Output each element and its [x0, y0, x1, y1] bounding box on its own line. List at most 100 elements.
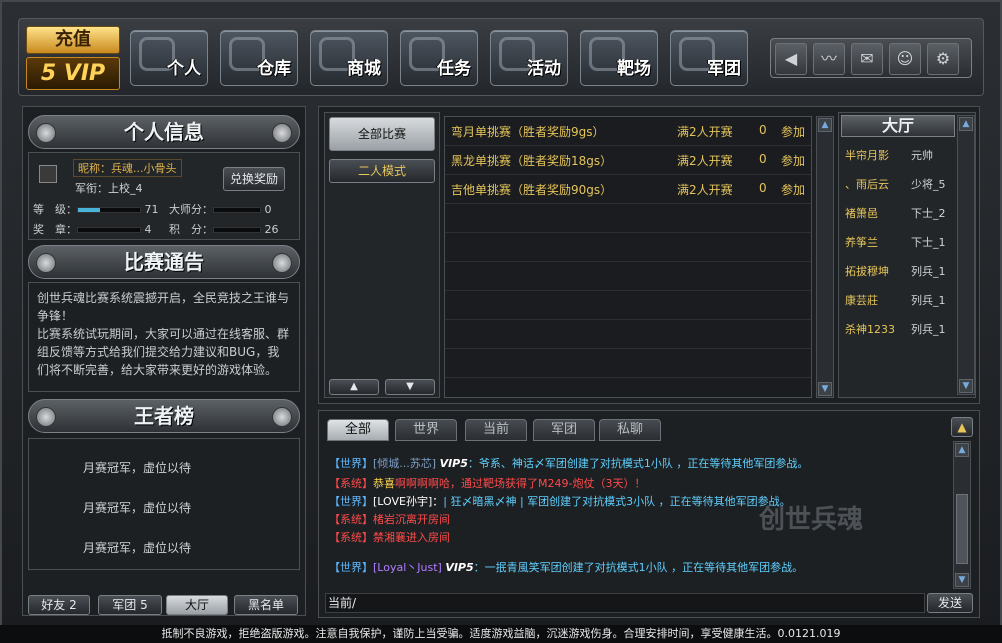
profile-panel: 昵称：兵魂...小骨头 军衔：上校_4 兑换奖励 等 级： 71 大师分： 0 …	[28, 152, 300, 240]
chat-input[interactable]: 当前/	[325, 593, 925, 613]
chat-tab-all[interactable]: 全部	[327, 419, 389, 441]
nav-label: 军团	[707, 59, 741, 79]
join-button[interactable]: 参加	[781, 152, 805, 169]
stats-icon[interactable]: 〰	[813, 43, 845, 75]
king-row: 月赛冠军，虚位以待	[83, 541, 192, 555]
nav-range-button[interactable]: 靶场	[580, 30, 658, 86]
match-row	[445, 320, 811, 349]
notice-text-1: 创世兵魂比赛系统震撼开启，全民竞技之王谁与争锋！	[37, 291, 290, 323]
nav-legion-button[interactable]: 军团	[670, 30, 748, 86]
hall-user[interactable]: 养筝兰 下士_1	[845, 234, 955, 254]
chat-message: 【系统】禁湘襄进入房间	[329, 531, 450, 544]
nav-event-button[interactable]: 活动	[490, 30, 568, 86]
king-panel: 月赛冠军，虚位以待 月赛冠军，虚位以待 月赛冠军，虚位以待	[28, 438, 300, 570]
match-row	[445, 233, 811, 262]
notice-panel: 创世兵魂比赛系统震撼开启，全民竞技之王谁与争锋！ 比赛系统试玩期间，大家可以通过…	[28, 282, 300, 392]
chat-scrollbar[interactable]: ▲ ▼	[953, 441, 971, 589]
nav-label: 商城	[347, 59, 381, 79]
match-list: 弯月单挑赛（胜者奖励9gs） 满2人开赛 0 参加 黑龙单挑赛（胜者奖励18gs） 满2人…	[444, 116, 812, 398]
mode-two-player[interactable]: 二人模式	[329, 159, 435, 183]
friend-icon[interactable]: ☺	[889, 43, 921, 75]
vip-text: VIP	[63, 61, 106, 86]
vip-icon: VIP5	[439, 457, 468, 470]
nav-label: 仓库	[257, 59, 291, 79]
hall-user[interactable]: 褚箫邑 下士_2	[845, 205, 955, 225]
chat-tab-legion[interactable]: 军团	[533, 419, 595, 441]
profile-title: 个人信息	[124, 120, 204, 144]
hall-user[interactable]: 康芸莊 列兵_1	[845, 292, 955, 312]
nav-label: 个人	[167, 59, 201, 79]
vip-recharge-button[interactable]: 充值 5 VIP	[26, 26, 120, 92]
recharge-label: 充值	[26, 26, 120, 54]
king-title: 王者榜	[134, 404, 194, 428]
watermark: 创世兵魂	[759, 505, 864, 535]
match-row	[445, 262, 811, 291]
join-button[interactable]: 参加	[781, 181, 805, 198]
nav-label: 靶场	[617, 59, 651, 79]
chat-message: 【系统】恭喜啊啊啊啊哈，通过靶场获得了M249-炮仗（3天）！	[329, 477, 646, 490]
hall-title: 大厅	[841, 115, 955, 137]
hall-user[interactable]: 半帘月影 元帅	[845, 147, 955, 167]
mode-list: 全部比赛 二人模式 ▲ ▼	[324, 112, 440, 398]
nav-label: 任务	[437, 59, 471, 79]
match-row[interactable]: 弯月单挑赛（胜者奖励9gs） 满2人开赛 0 参加	[445, 117, 811, 146]
hall-user[interactable]: 、雨后云 少将_5	[845, 176, 955, 196]
match-scrollbar[interactable]: ▲ ▼	[816, 116, 834, 398]
rank-icon	[39, 165, 57, 183]
notice-text-2: 比赛系统试玩期间，大家可以通过在线客服、群组反馈等方式给我们提交给力建议和BUG…	[37, 327, 290, 377]
chat-tab-current[interactable]: 当前	[465, 419, 527, 441]
chat-message: 【世界】[倾城...苏芯] VIP5：爷系、神话〆军团创建了对抗模式1小队 ，正…	[329, 457, 809, 470]
chat-area: 全部 世界 当前 军团 私聊 ▲ 【世界】[倾城...苏芯] VIP5：爷系、神话〆军团…	[318, 410, 980, 618]
king-header: 王者榜	[28, 399, 300, 433]
mode-next-icon[interactable]: ▼	[385, 379, 435, 395]
nav-warehouse-button[interactable]: 仓库	[220, 30, 298, 86]
tab-hall[interactable]: 大厅	[166, 595, 228, 615]
vip-icon: VIP5	[445, 561, 474, 574]
mail-icon[interactable]: ✉	[851, 43, 883, 75]
chat-tab-world[interactable]: 世界	[395, 419, 457, 441]
match-row[interactable]: 黑龙单挑赛（胜者奖励18gs） 满2人开赛 0 参加	[445, 146, 811, 175]
hall-user[interactable]: 拓拔穆坤 列兵_1	[845, 263, 955, 283]
chat-tab-private[interactable]: 私聊	[599, 419, 661, 441]
tab-blacklist[interactable]: 黑名单	[234, 595, 298, 615]
tab-friends[interactable]: 好友 2	[28, 595, 90, 615]
footer-notice: 抵制不良游戏，拒绝盗版游戏。注意自我保护，谨防上当受骗。适度游戏益脑，沉迷游戏伤…	[0, 625, 1002, 643]
tab-legion[interactable]: 军团 5	[98, 595, 162, 615]
nav-label: 活动	[527, 59, 561, 79]
send-button[interactable]: 发送	[927, 593, 973, 613]
hall-user[interactable]: 杀神1233 列兵_1	[845, 321, 955, 341]
chat-message: 【系统】楮岩沉离开房间	[329, 513, 450, 526]
mode-all[interactable]: 全部比赛	[329, 117, 435, 151]
notice-header: 比赛通告	[28, 245, 300, 279]
hall-scrollbar[interactable]: ▲ ▼	[957, 115, 975, 395]
stat-level: 等 级： 71	[33, 203, 159, 216]
stat-medal: 奖 章： 4	[33, 223, 152, 236]
settings-icon[interactable]: ⚙	[927, 43, 959, 75]
utility-buttons: ◀ 〰 ✉ ☺ ⚙	[770, 38, 972, 78]
nav-task-button[interactable]: 任务	[400, 30, 478, 86]
match-row	[445, 291, 811, 320]
notice-title: 比赛通告	[124, 250, 204, 274]
chat-message: 【世界】[Loyal丶Just] VIP5：一抿青風笑军团创建了对抗模式1小队 …	[329, 561, 804, 574]
king-row: 月赛冠军，虚位以待	[83, 461, 192, 475]
king-row: 月赛冠军，虚位以待	[83, 501, 192, 515]
match-row	[445, 349, 811, 378]
vip-level: 5	[40, 61, 57, 86]
rank: 军衔：上校_4	[75, 182, 143, 195]
stat-points: 积 分： 26	[169, 223, 279, 236]
expand-icon[interactable]: ▲	[951, 417, 973, 437]
nav-shop-button[interactable]: 商城	[310, 30, 388, 86]
mode-prev-icon[interactable]: ▲	[329, 379, 379, 395]
chat-channel: 当前/	[328, 596, 357, 610]
join-button[interactable]: 参加	[781, 123, 805, 140]
hall-panel: 大厅 半帘月影 元帅 、雨后云 少将_5 褚箫邑 下士_2 养筝兰 下士_1 拓拔穆坤 列兵_1 康…	[838, 112, 976, 398]
vip-badge: 5 VIP	[26, 57, 120, 90]
chat-message: 【世界】[LOVE孙宇]：| 狂〆暗黑〆神 | 军团创建了对抗模式3小队 ，正在…	[329, 495, 791, 508]
match-row[interactable]: 吉他单挑赛（胜者奖励90gs） 满2人开赛 0 参加	[445, 175, 811, 204]
match-row	[445, 204, 811, 233]
back-icon[interactable]: ◀	[775, 43, 807, 75]
nickname: 昵称：兵魂...小骨头	[73, 159, 182, 177]
nav-personal-button[interactable]: 个人	[130, 30, 208, 86]
exchange-button[interactable]: 兑换奖励	[223, 167, 285, 191]
stat-master: 大师分： 0	[169, 203, 272, 216]
